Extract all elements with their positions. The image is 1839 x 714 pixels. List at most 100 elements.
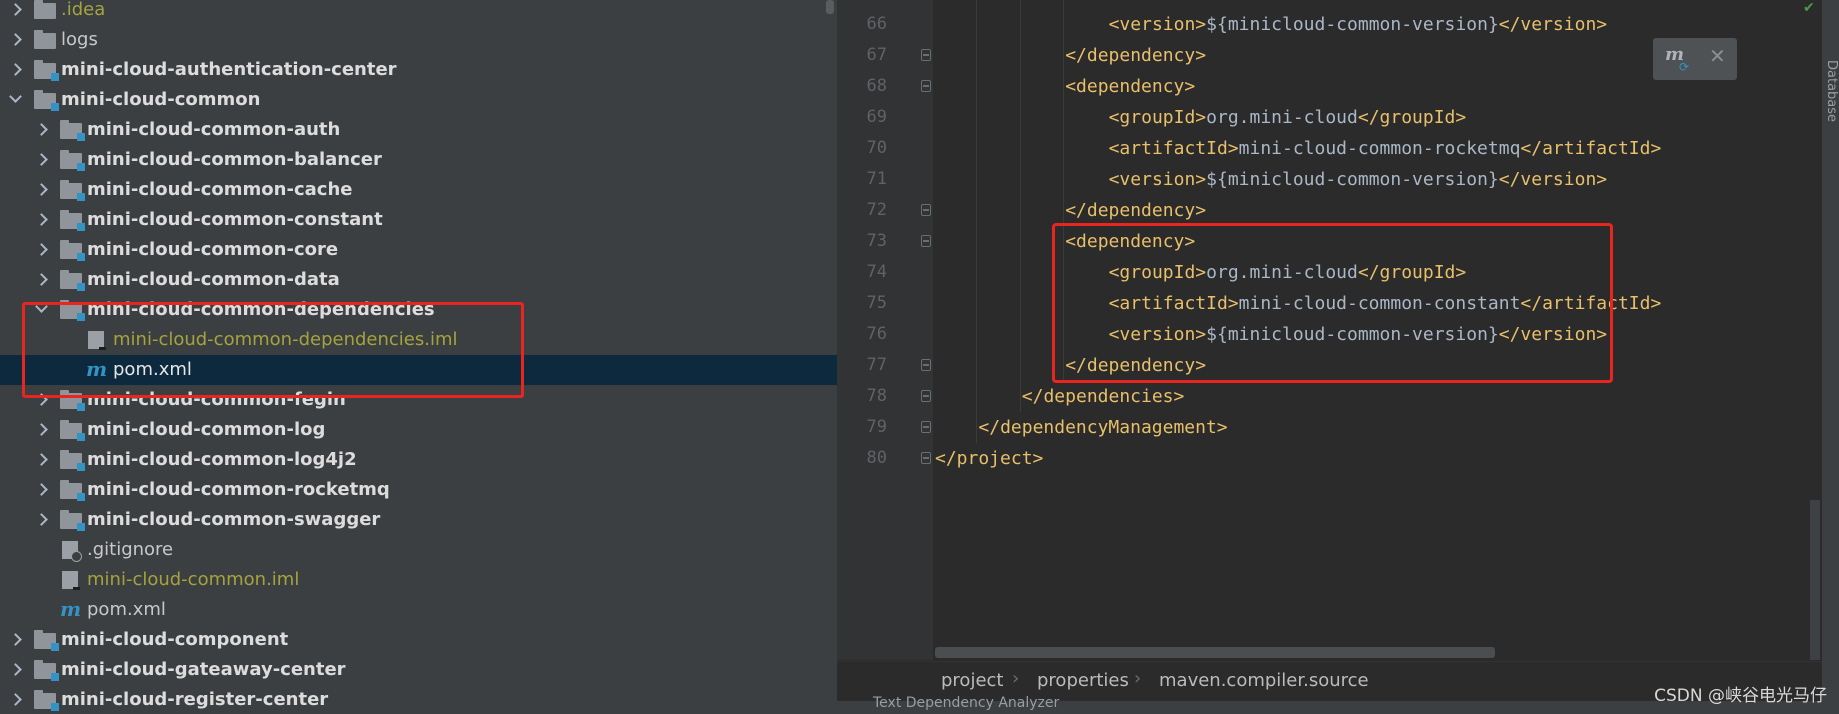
tree-row[interactable]: .gitignore (0, 535, 837, 565)
fold-marker-icon[interactable] (921, 452, 931, 464)
tree-row[interactable]: m pom.xml (0, 595, 837, 625)
module-folder-icon (60, 510, 85, 531)
breadcrumb-project[interactable]: project (941, 670, 1003, 691)
chevron-down-icon[interactable] (8, 85, 22, 115)
fold-marker-icon[interactable] (921, 204, 931, 216)
watermark: CSDN @峡谷电光马仔 (1654, 686, 1827, 706)
xml-tag: <groupId> (1108, 107, 1207, 128)
chevron-right-icon[interactable] (34, 505, 48, 535)
line-number: 68 (866, 76, 887, 96)
xml-tag: </groupId> (1357, 107, 1467, 128)
line-number: 78 (866, 386, 887, 406)
tree-row[interactable]: mini-cloud-common-cache (0, 175, 837, 205)
indent-guide (976, 0, 978, 443)
iml-file-icon (62, 571, 80, 590)
line-number: 76 (866, 324, 887, 344)
database-tool-tab[interactable]: Database (1822, 60, 1839, 122)
tree-row-label: pom.xml (87, 599, 166, 620)
module-folder-icon (34, 660, 59, 681)
inspection-ok-icon[interactable]: ✔ (1803, 0, 1815, 16)
chevron-right-icon[interactable] (34, 475, 48, 505)
breadcrumb-properties[interactable]: properties (1037, 670, 1129, 691)
chevron-right-icon[interactable] (8, 25, 22, 55)
code-line: </dependencies> (1022, 381, 1185, 412)
tree-row[interactable]: mini-cloud-gateaway-center (0, 655, 837, 685)
tree-row[interactable]: mini-cloud-common-balancer (0, 145, 837, 175)
fold-marker-icon[interactable] (921, 235, 931, 247)
tree-row[interactable]: mini-cloud-common-rocketmq (0, 475, 837, 505)
chevron-right-icon[interactable] (34, 115, 48, 145)
fold-marker-icon[interactable] (921, 390, 931, 402)
code-line: </dependency> (1065, 40, 1206, 71)
chevron-right-icon[interactable] (34, 235, 48, 265)
tree-row[interactable]: mini-cloud-authentication-center (0, 55, 837, 85)
line-number: 70 (866, 138, 887, 158)
chevron-right-icon[interactable] (34, 145, 48, 175)
fold-marker-icon[interactable] (921, 80, 931, 92)
red-highlight-box-code (1052, 223, 1613, 383)
tree-row[interactable]: mini-cloud-common.iml (0, 565, 837, 595)
chevron-right-icon[interactable] (34, 415, 48, 445)
chevron-right-icon[interactable] (8, 55, 22, 85)
tree-row-label: mini-cloud-common.iml (87, 569, 300, 590)
tree-row[interactable]: .idea (0, 0, 837, 25)
chevron-right-icon[interactable] (8, 0, 22, 25)
chevron-right-icon[interactable] (8, 625, 22, 655)
tree-row[interactable]: mini-cloud-register-center (0, 685, 837, 714)
chevron-right-icon[interactable] (34, 265, 48, 295)
fold-marker-icon[interactable] (921, 421, 931, 433)
xml-text: ${minicloud-common-version} (1206, 169, 1499, 190)
module-folder-icon (60, 270, 85, 291)
xml-tag: </artifactId> (1520, 138, 1662, 159)
module-folder-icon (34, 60, 59, 81)
chevron-right-icon[interactable] (34, 445, 48, 475)
module-folder-icon (60, 210, 85, 231)
line-number: 73 (866, 231, 887, 251)
tree-row[interactable]: mini-cloud-common-data (0, 265, 837, 295)
maven-m-icon: m (60, 597, 82, 621)
right-tool-strip: Database (1822, 0, 1839, 714)
module-folder-icon (60, 180, 85, 201)
tree-row-label: mini-cloud-common-balancer (87, 149, 382, 170)
code-line: </project> (935, 443, 1043, 474)
line-number: 74 (866, 262, 887, 282)
tree-row-label: mini-cloud-common-data (87, 269, 340, 290)
breadcrumb-maven-compiler-source[interactable]: maven.compiler.source (1159, 670, 1369, 691)
code-line: </dependencyManagement> (978, 412, 1227, 443)
tree-row-label: mini-cloud-common-core (87, 239, 339, 260)
tree-row[interactable]: mini-cloud-common-swagger (0, 505, 837, 535)
tree-scrollbar[interactable] (826, 0, 834, 14)
tree-row[interactable]: mini-cloud-common-log (0, 415, 837, 445)
line-number: 77 (866, 355, 887, 375)
tree-row[interactable]: mini-cloud-component (0, 625, 837, 655)
reload-icon: ⟳ (1679, 60, 1690, 74)
chevron-right-icon[interactable] (8, 655, 22, 685)
tree-row[interactable]: mini-cloud-common-constant (0, 205, 837, 235)
red-highlight-box-tree (22, 302, 524, 398)
fold-marker-icon[interactable] (921, 359, 931, 371)
xml-tag: </version> (1498, 14, 1608, 35)
close-icon[interactable]: ✕ (1709, 44, 1726, 68)
xml-tag: </dependency> (1065, 45, 1207, 66)
tree-row[interactable]: logs (0, 25, 837, 55)
module-folder-icon (34, 630, 59, 651)
tree-row-label: mini-cloud-common-constant (87, 209, 383, 230)
line-number: 75 (866, 293, 887, 313)
editor-panel: 66 67 68 69 70 71 72 73 74 75 76 77 78 79 80 <version>… (837, 0, 1839, 714)
vertical-scrollbar[interactable] (1810, 500, 1820, 660)
line-number: 80 (866, 448, 887, 468)
tree-row[interactable]: mini-cloud-common-core (0, 235, 837, 265)
code-line: <version>${minicloud-common-version}</ve… (1109, 9, 1608, 40)
chevron-right-icon[interactable] (8, 685, 22, 714)
chevron-right-icon[interactable] (34, 175, 48, 205)
tree-row[interactable]: mini-cloud-common-log4j2 (0, 445, 837, 475)
tree-row[interactable]: mini-cloud-common-auth (0, 115, 837, 145)
line-number: 69 (866, 107, 887, 127)
xml-tag: <artifactId> (1108, 138, 1239, 159)
chevron-right-icon[interactable] (34, 205, 48, 235)
fold-marker-icon[interactable] (921, 49, 931, 61)
module-folder-icon (60, 240, 85, 261)
tree-row[interactable]: mini-cloud-common (0, 85, 837, 115)
editor-bottom-tab-labels[interactable]: Text Dependency Analyzer (873, 695, 1059, 711)
horizontal-scrollbar[interactable] (935, 647, 1495, 658)
